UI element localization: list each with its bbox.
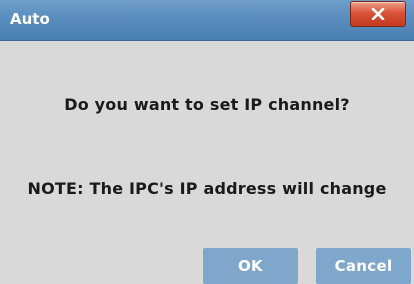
- dialog-body: Do you want to set IP channel? NOTE: The…: [0, 41, 414, 284]
- close-button[interactable]: [350, 1, 406, 27]
- note-text: NOTE: The IPC's IP address will change: [27, 179, 387, 198]
- auto-dialog: Auto Do you want to set IP channel? NOTE…: [0, 0, 414, 284]
- question-text: Do you want to set IP channel?: [64, 95, 350, 114]
- title-bar[interactable]: Auto: [0, 0, 414, 41]
- window-title: Auto: [10, 10, 50, 28]
- ok-button[interactable]: OK: [203, 248, 298, 284]
- cancel-button[interactable]: Cancel: [316, 248, 411, 284]
- close-icon: [371, 8, 385, 20]
